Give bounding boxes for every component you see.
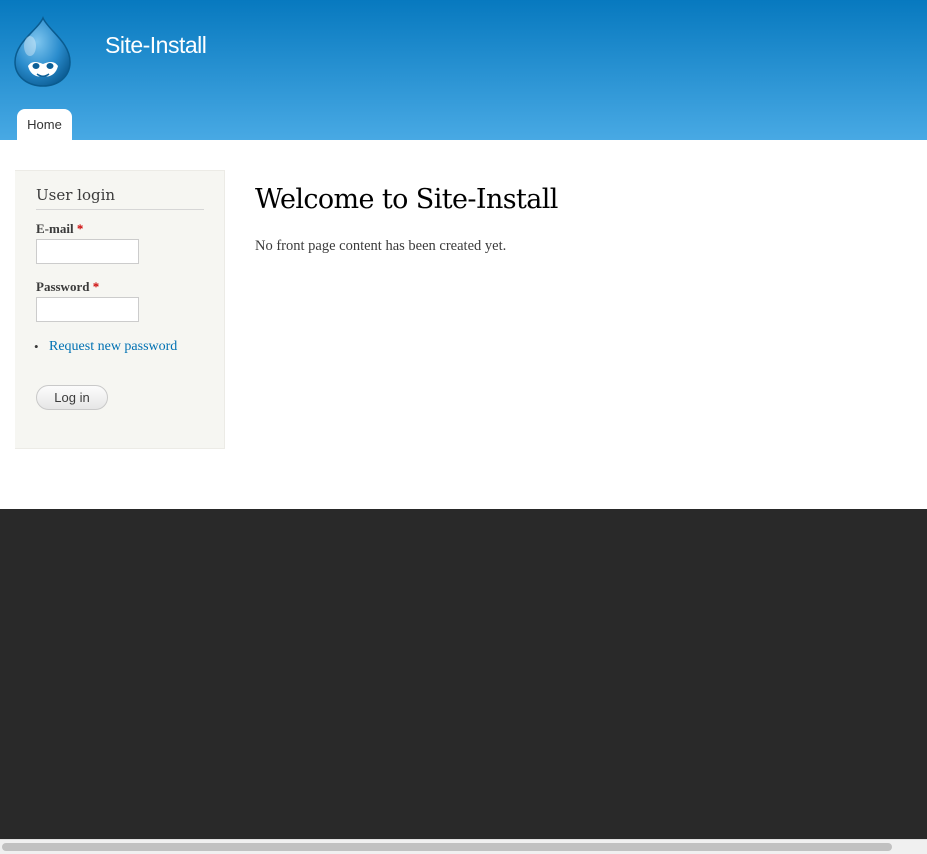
site-name-link[interactable]: Site-Install — [105, 32, 207, 59]
front-page-message: No front page content has been created y… — [255, 238, 507, 254]
tab-home[interactable]: Home — [17, 109, 72, 140]
site-header: Site-Install Home — [0, 0, 927, 140]
page-title: Welcome to Site-Install — [255, 184, 558, 215]
required-marker: * — [92, 279, 100, 294]
block-title: User login — [36, 186, 204, 210]
drupal-drop-logo-icon[interactable] — [12, 16, 74, 88]
user-login-block: User login E-mail * Password * • Request… — [15, 170, 225, 449]
email-input[interactable] — [36, 239, 139, 264]
email-label-text: E-mail — [36, 221, 74, 236]
scrollbar-thumb[interactable] — [2, 843, 892, 851]
password-input[interactable] — [36, 297, 139, 322]
user-links-list: • Request new password — [34, 339, 177, 355]
password-label-text: Password — [36, 279, 90, 294]
request-new-password-link[interactable]: Request new password — [49, 339, 177, 354]
site-footer — [0, 509, 927, 839]
bullet-icon: • — [34, 339, 39, 354]
password-label: Password * — [36, 279, 99, 295]
log-in-button[interactable]: Log in — [36, 385, 108, 410]
required-marker: * — [76, 221, 84, 236]
list-item: • Request new password — [34, 339, 177, 355]
email-label: E-mail * — [36, 221, 83, 237]
horizontal-scrollbar[interactable] — [0, 839, 927, 854]
